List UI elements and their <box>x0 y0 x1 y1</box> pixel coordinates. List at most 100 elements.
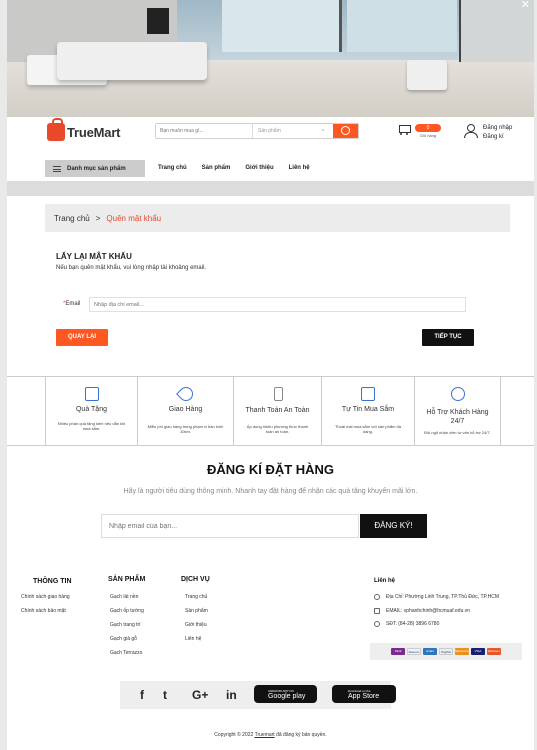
logo[interactable]: TrueMart <box>47 118 121 141</box>
copyright-brand-link[interactable]: Truemart <box>255 732 275 738</box>
search-category-label: Sản phẩm <box>258 128 281 134</box>
feature-name: Quà Tặng <box>75 406 107 413</box>
subscribe-button[interactable]: ĐĂNG KÝ! <box>360 514 427 538</box>
footer-link[interactable]: Liên hệ <box>185 636 201 642</box>
feature-item: Tự Tin Mua Sắm Thoải mái mua sắm với sản… <box>321 377 414 446</box>
email-label: *Email <box>63 301 80 307</box>
contact-email-text[interactable]: EMAIL: vphanhchinh@hcmuaf.edu.vn <box>386 608 470 614</box>
google-play-text: Google play <box>268 692 306 700</box>
footer-link[interactable]: Gạch trang trí <box>110 622 141 628</box>
payment-logo: Skrill <box>391 648 405 655</box>
feature-name: Tự Tin Mua Sắm <box>341 406 395 413</box>
payment-methods: Skrill Maestro AmEx PayPal MasterCard VI… <box>370 643 522 660</box>
cart-button[interactable]: 0 Giỏ hàng <box>397 124 441 138</box>
footer-link[interactable]: Gạch ốp tường <box>110 608 144 614</box>
feature-desc: Áp dụng nhiều phương thức thanh toán an … <box>246 424 309 434</box>
payment-logo: PayPal <box>439 648 453 655</box>
subscribe-email-input[interactable] <box>101 514 359 538</box>
contact-address: Địa Chỉ: Phường Linh Trung, TP.Thủ Đức, … <box>374 594 499 600</box>
feature-desc: Nhiều phần quà tặng kèm nếu dẫn khi mua … <box>57 421 126 431</box>
footer-link[interactable]: Trang chủ <box>185 594 207 600</box>
page-title: LẤY LẠI MẬT KHẨU <box>56 252 132 261</box>
linkedin-icon[interactable]: in <box>226 688 237 702</box>
gift-icon <box>84 387 99 401</box>
hero-banner-image: ✕ <box>7 0 534 117</box>
download-icon <box>361 387 375 401</box>
footer-info-title: THÔNG TIN <box>33 578 72 585</box>
footer-link[interactable]: Chính sách bảo mật <box>21 608 66 614</box>
feature-item: Thanh Toán An Toàn Áp dụng nhiều phương … <box>233 377 321 446</box>
nav-link-about[interactable]: Giới thiệu <box>245 165 273 171</box>
social-bar: f t G+ in ANDROID APP ON Google play Dow… <box>120 681 396 709</box>
app-store-badge[interactable]: Download on the App Store <box>332 685 396 703</box>
search-category-select[interactable]: Sản phẩm <box>253 124 333 138</box>
contact-address-text: Địa Chỉ: Phường Linh Trung, TP.Thủ Đức, … <box>386 594 499 600</box>
cart-count-badge: 0 <box>415 124 441 132</box>
support-icon <box>450 387 465 401</box>
payment-logo: Discover <box>487 648 501 655</box>
breadcrumb-home[interactable]: Trang chủ <box>54 214 90 223</box>
footer-services-title: DỊCH VỤ <box>181 576 210 583</box>
footer-contact-title: Liên hệ <box>374 578 396 584</box>
footer-products-title: SẢN PHẨM <box>108 576 146 583</box>
category-menu-label: Danh mục sản phẩm <box>67 165 126 172</box>
email-field[interactable] <box>89 297 466 312</box>
payment-logo: VISA <box>471 648 485 655</box>
google-plus-icon[interactable]: G+ <box>192 688 208 702</box>
shopping-bag-icon <box>47 118 65 141</box>
mail-icon <box>374 608 380 614</box>
subscribe-title: ĐĂNG KÍ ĐẶT HÀNG <box>206 462 335 477</box>
nav-link-products[interactable]: Sản phẩm <box>202 165 231 171</box>
footer-link[interactable]: Gạch Terrazzo <box>110 650 142 656</box>
subscribe-description: Hãy là người tiêu dùng thông minh. Nhanh… <box>123 488 418 495</box>
feature-divider <box>500 377 534 446</box>
feature-desc: Thoải mái mua sắm với sản phẩm đa dạng. <box>334 424 401 434</box>
hamburger-icon <box>53 165 61 172</box>
divider-bar <box>7 181 534 196</box>
app-store-text: App Store <box>348 692 380 700</box>
feature-desc: Miễn phí giao hàng trong phạm vi bán kín… <box>147 424 224 434</box>
footer-link[interactable]: Gạch lát nền <box>110 594 138 600</box>
search-button[interactable] <box>333 124 358 138</box>
footer-link[interactable]: Giới thiệu <box>185 622 207 628</box>
nav-link-home[interactable]: Trang chủ <box>158 165 187 171</box>
copyright: Copyright © 2022 Truemart đã đăng ký bản… <box>7 732 534 738</box>
continue-button[interactable]: TIẾP TỤC <box>422 329 474 346</box>
feature-item: Giao Hàng Miễn phí giao hàng trong phạm … <box>137 377 233 446</box>
cart-icon <box>397 124 411 136</box>
breadcrumb: Trang chủ > Quên mật khẩu <box>45 204 510 232</box>
nav-link-contact[interactable]: Liên hệ <box>289 165 310 171</box>
facebook-icon[interactable]: f <box>140 688 144 702</box>
register-link[interactable]: Đăng kí <box>483 133 512 142</box>
footer-link[interactable]: Chính sách giao hàng <box>21 594 70 600</box>
search-bar: Sản phẩm <box>155 123 359 139</box>
features-strip: Quà Tặng Nhiều phần quà tặng kèm nếu dẫn… <box>7 376 534 446</box>
twitter-icon[interactable]: t <box>163 688 167 702</box>
cart-label: Giỏ hàng <box>419 133 437 138</box>
footer-link[interactable]: Gạch giả gỗ <box>110 636 137 642</box>
phone-icon <box>374 621 380 627</box>
search-input[interactable] <box>156 124 253 138</box>
main-nav: Danh mục sản phẩm Trang chủ Sản phẩm Giớ… <box>7 159 534 178</box>
site-header: TrueMart Sản phẩm 0 Giỏ hàng Đăng nhập Đ… <box>7 117 534 155</box>
google-play-badge[interactable]: ANDROID APP ON Google play <box>254 685 317 703</box>
contact-phone: SĐT: (84-28) 3896 6780 <box>374 621 439 627</box>
feature-name: Giao Hàng <box>168 406 203 413</box>
feature-name: Hỗ Trợ Khách Hàng 24/7 <box>426 409 489 425</box>
payment-logo: MasterCard <box>455 648 471 655</box>
feature-item: Hỗ Trợ Khách Hàng 24/7 Đội ngũ nhân viên… <box>414 377 500 446</box>
location-icon <box>374 594 380 600</box>
contact-email: EMAIL: vphanhchinh@hcmuaf.edu.vn <box>374 608 470 614</box>
login-link[interactable]: Đăng nhập <box>483 124 512 133</box>
category-menu-button[interactable]: Danh mục sản phẩm <box>45 160 145 177</box>
back-button[interactable]: QUAY LẠI <box>56 329 108 346</box>
rocket-icon <box>175 384 196 404</box>
logo-text: TrueMart <box>67 124 121 140</box>
feature-name: Thanh Toán An Toàn <box>245 407 310 414</box>
email-label-text: Email <box>65 301 81 307</box>
close-icon[interactable]: ✕ <box>521 0 530 11</box>
breadcrumb-separator: > <box>95 213 101 223</box>
footer-link[interactable]: Sản phẩm <box>185 608 208 614</box>
contact-phone-text: SĐT: (84-28) 3896 6780 <box>386 621 440 627</box>
payment-logo: Maestro <box>407 648 421 655</box>
